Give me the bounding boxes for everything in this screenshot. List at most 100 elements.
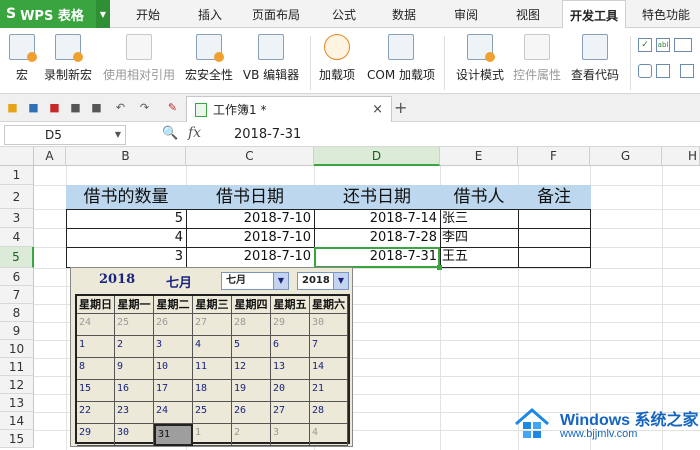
- tab-special[interactable]: 特色功能: [636, 0, 696, 28]
- option-control-icon[interactable]: [680, 64, 694, 78]
- header-cell-quantity[interactable]: 借书的数量: [66, 185, 186, 209]
- control-properties-button[interactable]: 控件属性: [512, 34, 562, 90]
- textbox-control-icon[interactable]: abl: [656, 38, 670, 52]
- month-select[interactable]: 七月 ▼: [221, 272, 289, 290]
- calendar-day[interactable]: 15: [77, 380, 115, 402]
- cell-c4[interactable]: 2018-7-10: [186, 228, 314, 247]
- calendar-day[interactable]: 9: [115, 358, 154, 380]
- tab-workbook1[interactable]: 工作簿1 * ×: [186, 96, 392, 122]
- row-header-10[interactable]: 10: [0, 340, 34, 358]
- calendar-day[interactable]: 27: [271, 402, 310, 424]
- macro-button[interactable]: 宏: [8, 34, 37, 90]
- calendar-day[interactable]: 1: [77, 336, 115, 358]
- cell-d3[interactable]: 2018-7-14: [314, 209, 440, 228]
- calendar-day[interactable]: 29: [77, 424, 115, 446]
- cell-e3[interactable]: 张三: [442, 209, 518, 228]
- calendar-day[interactable]: 28: [232, 314, 271, 336]
- row-header-4[interactable]: 4: [0, 228, 34, 247]
- design-mode-button[interactable]: 设计模式: [456, 34, 504, 90]
- calendar-day[interactable]: 3: [154, 336, 193, 358]
- header-cell-notes[interactable]: 备注: [518, 185, 590, 209]
- row-header-12[interactable]: 12: [0, 376, 34, 394]
- macro-security-button[interactable]: 宏安全性: [184, 34, 234, 90]
- tab-formulas[interactable]: 公式: [320, 0, 368, 28]
- calendar-day[interactable]: 23: [115, 402, 154, 424]
- calendar-day[interactable]: 13: [271, 358, 310, 380]
- header-cell-borrower[interactable]: 借书人: [440, 185, 518, 209]
- column-header-f[interactable]: F: [518, 147, 590, 166]
- column-header-h[interactable]: H: [662, 147, 700, 166]
- addins-button[interactable]: 加载项: [318, 34, 356, 90]
- cell-e5[interactable]: 王五: [442, 247, 518, 266]
- calendar-day[interactable]: 2: [115, 336, 154, 358]
- calendar-day[interactable]: 11: [193, 358, 232, 380]
- tab-view[interactable]: 视图: [504, 0, 552, 28]
- column-header-a[interactable]: A: [34, 147, 66, 166]
- record-macro-button[interactable]: 录制新宏: [44, 34, 92, 90]
- fx-icon[interactable]: fx: [188, 125, 201, 141]
- close-icon[interactable]: ×: [372, 102, 383, 117]
- header-cell-return-date[interactable]: 还书日期: [314, 185, 440, 209]
- calendar-day[interactable]: 4: [193, 336, 232, 358]
- column-header-c[interactable]: C: [186, 147, 314, 166]
- calendar-day[interactable]: 2: [232, 424, 271, 446]
- chevron-down-icon[interactable]: ▼: [273, 273, 288, 289]
- calendar-day[interactable]: 20: [271, 380, 310, 402]
- calendar-day[interactable]: 26: [154, 314, 193, 336]
- cell-b3[interactable]: 5: [66, 209, 186, 228]
- row-header-8[interactable]: 8: [0, 304, 34, 322]
- vb-editor-button[interactable]: VB 编辑器: [242, 34, 300, 90]
- calendar-day[interactable]: 12: [232, 358, 271, 380]
- calendar-day[interactable]: 19: [232, 380, 271, 402]
- calendar-day[interactable]: 22: [77, 402, 115, 424]
- column-header-g[interactable]: G: [590, 147, 662, 166]
- tab-developer[interactable]: 开发工具: [562, 0, 626, 29]
- redo-icon[interactable]: ↷: [138, 101, 151, 114]
- calendar-day[interactable]: 8: [77, 358, 115, 380]
- row-header-7[interactable]: 7: [0, 286, 34, 304]
- cell-e4[interactable]: 李四: [442, 228, 518, 247]
- row-header-11[interactable]: 11: [0, 358, 34, 376]
- calendar-day[interactable]: 6: [271, 336, 310, 358]
- cell-d4[interactable]: 2018-7-28: [314, 228, 440, 247]
- zoom-search-icon[interactable]: 🔍: [162, 126, 178, 141]
- cell-b4[interactable]: 4: [66, 228, 186, 247]
- calendar-day[interactable]: 29: [271, 314, 310, 336]
- row-header-2[interactable]: 2: [0, 185, 34, 209]
- calendar-day[interactable]: 30: [310, 314, 348, 336]
- calendar-day[interactable]: 4: [310, 424, 348, 446]
- row-header-9[interactable]: 9: [0, 322, 34, 340]
- view-code-button[interactable]: 查看代码: [570, 34, 620, 90]
- calendar-day[interactable]: 14: [310, 358, 348, 380]
- listbox-control-icon[interactable]: [656, 64, 670, 78]
- tab-insert[interactable]: 插入: [186, 0, 234, 28]
- calendar-day[interactable]: 18: [193, 380, 232, 402]
- tab-review[interactable]: 审阅: [442, 0, 490, 28]
- com-addins-button[interactable]: COM 加载项: [366, 34, 436, 90]
- calendar-day[interactable]: 30: [115, 424, 154, 446]
- row-header-6[interactable]: 6: [0, 268, 34, 286]
- calendar-day[interactable]: 5: [232, 336, 271, 358]
- wps-menu-button[interactable]: S WPS 表格 ▼: [0, 0, 110, 28]
- calendar-day[interactable]: 24: [154, 402, 193, 424]
- open-folder-icon[interactable]: ■: [6, 101, 19, 114]
- cell-b5[interactable]: 3: [66, 247, 186, 266]
- relative-ref-button[interactable]: 使用相对引用: [103, 34, 175, 90]
- print-icon[interactable]: ■: [69, 101, 82, 114]
- select-all-corner[interactable]: [0, 147, 34, 166]
- tab-start[interactable]: 开始: [124, 0, 172, 28]
- calendar-day[interactable]: 26: [232, 402, 271, 424]
- chevron-down-icon[interactable]: ▼: [115, 126, 121, 144]
- calendar-day[interactable]: 3: [271, 424, 310, 446]
- calendar-day[interactable]: 21: [310, 380, 348, 402]
- print-preview-icon[interactable]: ■: [90, 101, 103, 114]
- calendar-day[interactable]: 17: [154, 380, 193, 402]
- save-icon[interactable]: ■: [27, 101, 40, 114]
- row-header-14[interactable]: 14: [0, 412, 34, 430]
- year-select[interactable]: 2018 ▼: [297, 272, 349, 290]
- new-tab-plus-icon[interactable]: +: [394, 98, 407, 117]
- calendar-day[interactable]: 1: [193, 424, 232, 446]
- calendar-day-selected[interactable]: 31: [154, 424, 193, 446]
- tab-data[interactable]: 数据: [380, 0, 428, 28]
- undo-icon[interactable]: ↶: [114, 101, 127, 114]
